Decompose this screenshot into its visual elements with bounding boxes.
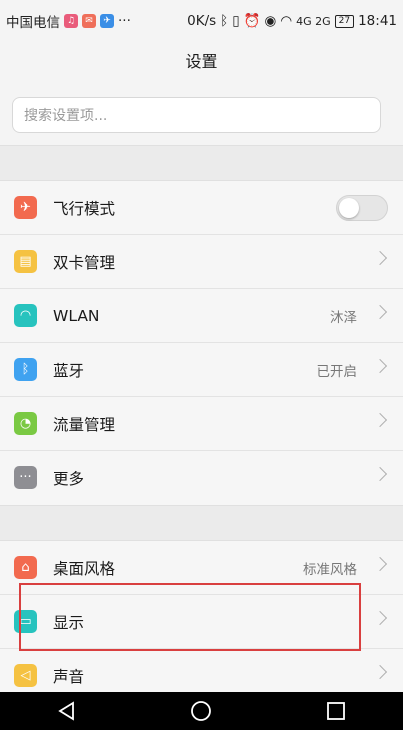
- alarm-icon: ⏰: [243, 13, 261, 29]
- row-label: 声音: [53, 668, 85, 686]
- row-value: 标准风格: [303, 561, 357, 578]
- chevron-right-icon: [372, 610, 388, 626]
- vibrate-icon: ▯: [232, 13, 240, 29]
- net-speed: 0K/s: [187, 13, 217, 29]
- row-label: 流量管理: [53, 415, 116, 434]
- clock: 18:41: [358, 13, 397, 29]
- row-dual-sim[interactable]: ▤ 双卡管理: [0, 235, 403, 289]
- chevron-right-icon: [372, 466, 388, 482]
- settings-group-network: ✈ 飞行模式 ▤ 双卡管理 ◠ WLAN 沐泽 ᛒ 蓝牙 已开启 ◔ 流量管理 …: [0, 181, 403, 505]
- toggle-knob: [339, 198, 359, 218]
- row-airplane-mode[interactable]: ✈ 飞行模式: [0, 181, 403, 235]
- row-wlan[interactable]: ◠ WLAN 沐泽: [0, 289, 403, 343]
- sim-card-icon: ▤: [14, 250, 37, 273]
- sound-icon: ◁: [14, 664, 37, 687]
- chevron-right-icon: [372, 556, 388, 572]
- status-bar: 中国电信 ♫ ✉ ✈ ··· 0K/s ᛒ ▯ ⏰ ◉ ◠ 4G 2G 27 1…: [0, 0, 403, 42]
- more-notifications-icon: ···: [118, 13, 131, 29]
- chevron-right-icon: [372, 304, 388, 320]
- mail-notification-icon: ✉: [82, 14, 96, 28]
- row-data-usage[interactable]: ◔ 流量管理: [0, 397, 403, 451]
- airplane-icon: ✈: [14, 196, 37, 219]
- chevron-right-icon: [372, 250, 388, 266]
- chevron-right-icon: [372, 412, 388, 428]
- row-label: 更多: [53, 470, 85, 488]
- recent-apps-button[interactable]: [316, 696, 356, 726]
- settings-group-device: ⌂ 桌面风格 标准风格 ▭ 显示 ◁ 声音: [0, 541, 403, 703]
- display-icon: ▭: [14, 610, 37, 633]
- recent-apps-icon: [326, 702, 345, 720]
- row-more[interactable]: ··· 更多: [0, 451, 403, 505]
- home-button[interactable]: [181, 696, 221, 726]
- eye-comfort-icon: ◉: [264, 13, 277, 29]
- bluetooth-status-icon: ᛒ: [220, 13, 229, 29]
- row-home-style[interactable]: ⌂ 桌面风格 标准风格: [0, 541, 403, 595]
- chevron-right-icon: [372, 664, 388, 680]
- more-icon: ···: [14, 466, 37, 489]
- search-area: 搜索设置项...: [0, 88, 403, 145]
- bluetooth-icon: ᛒ: [14, 358, 37, 381]
- section-divider: [0, 505, 403, 541]
- carrier-label: 中国电信: [6, 15, 60, 31]
- home-icon: ⌂: [14, 556, 37, 579]
- signal-icon: 4G 2G: [296, 14, 331, 28]
- app-notification-icon: ✈: [100, 14, 114, 28]
- navigation-bar: [0, 692, 403, 730]
- row-label: 蓝牙: [53, 361, 85, 380]
- airplane-mode-toggle[interactable]: [336, 195, 388, 221]
- back-icon: [58, 701, 75, 721]
- battery-icon: 27: [334, 14, 355, 28]
- wifi-status-icon: ◠: [280, 13, 293, 29]
- row-display[interactable]: ▭ 显示: [0, 595, 403, 649]
- wifi-icon: ◠: [14, 304, 37, 327]
- row-label: 双卡管理: [53, 253, 116, 272]
- back-button[interactable]: [47, 696, 87, 726]
- row-label: WLAN: [53, 306, 100, 325]
- row-label: 桌面风格: [53, 559, 116, 578]
- row-label: 显示: [53, 613, 85, 632]
- page-title: 设置: [185, 52, 218, 71]
- row-value: 沐泽: [330, 309, 357, 326]
- music-notification-icon: ♫: [64, 14, 78, 28]
- chevron-right-icon: [372, 358, 388, 374]
- row-value: 已开启: [316, 363, 358, 380]
- row-label: 飞行模式: [53, 199, 116, 218]
- data-usage-icon: ◔: [14, 412, 37, 435]
- section-divider: [0, 145, 403, 181]
- row-bluetooth[interactable]: ᛒ 蓝牙 已开启: [0, 343, 403, 397]
- home-circle-icon: [191, 701, 212, 721]
- search-input[interactable]: 搜索设置项...: [12, 97, 381, 133]
